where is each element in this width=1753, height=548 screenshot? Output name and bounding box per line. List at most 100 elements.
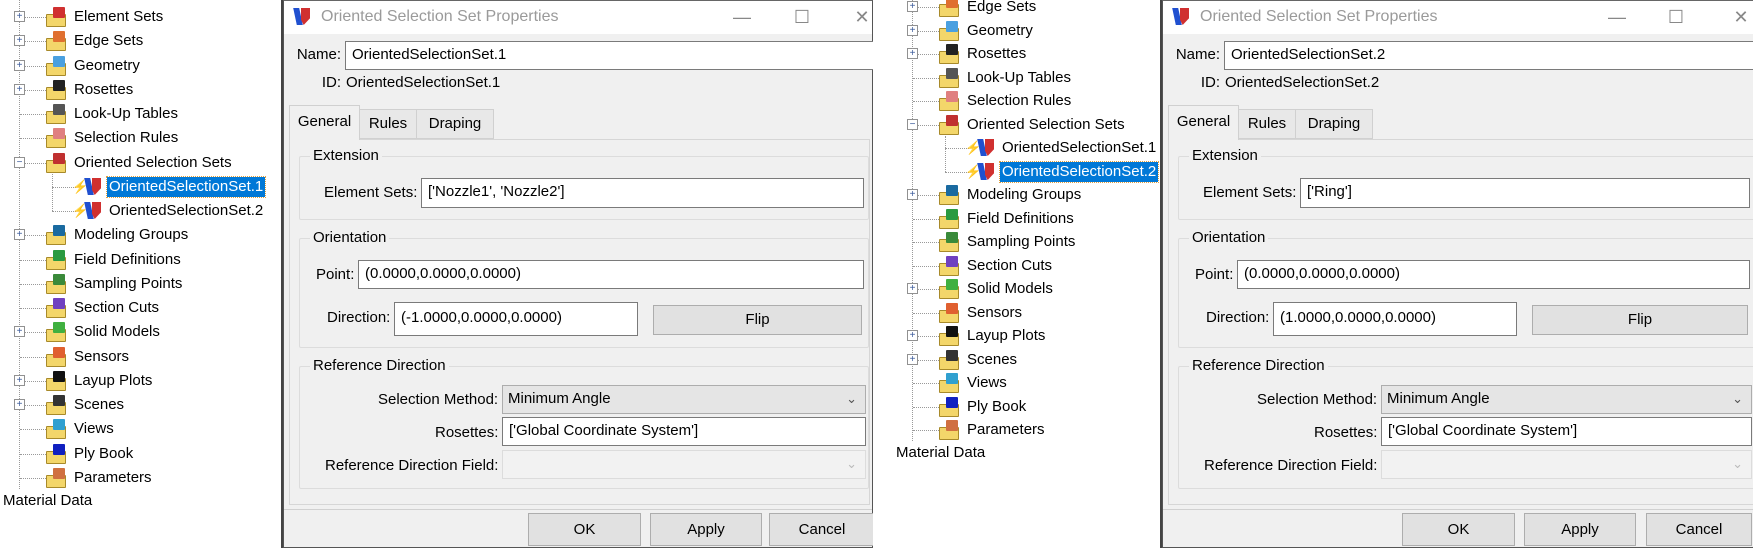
tree-item[interactable]: + Rosettes bbox=[893, 43, 1160, 65]
expand-icon[interactable]: + bbox=[907, 1, 918, 12]
tree-item[interactable]: + Edge Sets bbox=[0, 30, 281, 52]
point-input[interactable]: (0.0000,0.0000,0.0000) bbox=[1237, 260, 1750, 289]
name-input[interactable]: OrientedSelectionSet.2 bbox=[1224, 41, 1753, 70]
point-input[interactable]: (0.0000,0.0000,0.0000) bbox=[358, 260, 864, 289]
expand-icon[interactable]: + bbox=[14, 326, 25, 337]
tree-root-material-data[interactable]: Material Data bbox=[894, 443, 987, 463]
tab-general[interactable]: General bbox=[289, 105, 360, 140]
ok-button[interactable]: OK bbox=[1402, 513, 1515, 546]
model-tree[interactable]: + Element Sets + Edge Sets + Geometry + Rosette… bbox=[0, 0, 283, 548]
close-button[interactable]: ✕ bbox=[849, 5, 873, 29]
expand-icon[interactable]: + bbox=[14, 60, 25, 71]
apply-button[interactable]: Apply bbox=[1524, 513, 1636, 546]
collapse-icon[interactable]: − bbox=[907, 119, 918, 130]
tree-item[interactable]: − Oriented Selection Sets bbox=[893, 114, 1160, 136]
tree-item[interactable]: + Modeling Groups bbox=[0, 224, 281, 246]
expand-icon[interactable]: + bbox=[14, 229, 25, 240]
ok-button[interactable]: OK bbox=[528, 513, 641, 546]
tab-general[interactable]: General bbox=[1168, 105, 1239, 140]
tree-item[interactable]: Ply Book bbox=[893, 396, 1160, 418]
tree-item[interactable]: Sampling Points bbox=[893, 231, 1160, 253]
tree-item[interactable]: Section Cuts bbox=[0, 297, 281, 319]
expand-icon[interactable]: + bbox=[907, 25, 918, 36]
tree-item[interactable]: Look-Up Tables bbox=[0, 103, 281, 125]
minimize-button[interactable]: — bbox=[1604, 5, 1630, 29]
tree-item[interactable]: + Rosettes bbox=[0, 79, 281, 101]
tree-item[interactable]: Section Cuts bbox=[893, 255, 1160, 277]
selection-method-dropdown[interactable]: Minimum Angle ⌄ bbox=[502, 385, 866, 414]
tree-root-material-data[interactable]: Material Data bbox=[1, 491, 94, 511]
close-button[interactable]: ✕ bbox=[1728, 5, 1753, 29]
name-input[interactable]: OrientedSelectionSet.1 bbox=[345, 41, 873, 70]
expand-icon[interactable]: + bbox=[14, 84, 25, 95]
tab-rules[interactable]: Rules bbox=[359, 109, 417, 139]
rosettes-input[interactable]: ['Global Coordinate System'] bbox=[502, 417, 866, 446]
expand-icon[interactable]: + bbox=[14, 375, 25, 386]
tree-item[interactable]: Views bbox=[893, 372, 1160, 394]
tree-item[interactable]: + Solid Models bbox=[0, 321, 281, 343]
tree-item[interactable]: Sensors bbox=[0, 346, 281, 368]
folder-icon bbox=[939, 373, 961, 393]
expand-icon[interactable]: + bbox=[14, 399, 25, 410]
cancel-button[interactable]: Cancel bbox=[769, 513, 873, 546]
tree-item[interactable]: + Scenes bbox=[893, 349, 1160, 371]
tree-item[interactable]: Field Definitions bbox=[0, 249, 281, 271]
flip-button[interactable]: Flip bbox=[1532, 305, 1748, 335]
collapse-icon[interactable]: − bbox=[14, 157, 25, 168]
selection-method-dropdown[interactable]: Minimum Angle ⌄ bbox=[1381, 385, 1752, 414]
tree-item[interactable]: Ply Book bbox=[0, 443, 281, 465]
tree-item-label: OrientedSelectionSet.1 bbox=[1002, 139, 1157, 156]
tree-item[interactable]: + Geometry bbox=[0, 55, 281, 77]
maximize-button[interactable]: ☐ bbox=[1663, 5, 1689, 29]
reference-direction-field-dropdown[interactable]: ⌄ bbox=[502, 450, 866, 479]
tree-item[interactable]: Selection Rules bbox=[893, 90, 1160, 112]
tree-item[interactable]: + Edge Sets bbox=[893, 0, 1160, 18]
tree-item[interactable]: + Layup Plots bbox=[0, 370, 281, 392]
element-sets-input[interactable]: ['Nozzle1', 'Nozzle2'] bbox=[421, 178, 864, 208]
tree-item[interactable]: ⚡ OrientedSelectionSet.1 bbox=[893, 136, 1160, 159]
tree-item[interactable]: ⚡ OrientedSelectionSet.2 bbox=[893, 136, 1160, 183]
tree-item[interactable]: Sampling Points bbox=[0, 273, 281, 295]
tree-item[interactable]: Selection Rules bbox=[0, 127, 281, 149]
tab-draping[interactable]: Draping bbox=[1295, 109, 1373, 139]
rosettes-input[interactable]: ['Global Coordinate System'] bbox=[1381, 417, 1752, 446]
tree-item[interactable]: Views bbox=[0, 418, 281, 440]
tree-item[interactable]: Parameters bbox=[893, 419, 1160, 441]
tree-item[interactable]: Field Definitions bbox=[893, 208, 1160, 230]
tree-item[interactable]: + Scenes bbox=[0, 394, 281, 416]
orientation-group-label: Orientation bbox=[310, 229, 390, 247]
maximize-button[interactable]: ☐ bbox=[789, 5, 815, 29]
direction-input[interactable]: (1.0000,0.0000,0.0000) bbox=[1273, 302, 1517, 336]
tab-rules[interactable]: Rules bbox=[1238, 109, 1296, 139]
cancel-button[interactable]: Cancel bbox=[1646, 513, 1752, 546]
tree-item[interactable]: Sensors bbox=[893, 302, 1160, 324]
id-label: ID: bbox=[1200, 74, 1220, 91]
tree-item[interactable]: + Geometry bbox=[893, 20, 1160, 42]
tree-item[interactable]: + Solid Models bbox=[893, 278, 1160, 300]
apply-button[interactable]: Apply bbox=[650, 513, 762, 546]
title-bar[interactable]: Oriented Selection Set Properties — ☐ ✕ bbox=[1163, 1, 1753, 34]
tree-item[interactable]: + Layup Plots bbox=[893, 325, 1160, 347]
expand-icon[interactable]: + bbox=[14, 35, 25, 46]
tab-draping[interactable]: Draping bbox=[416, 109, 494, 139]
model-tree[interactable]: + Edge Sets + Geometry + Rosettes Look-Up Tabl… bbox=[893, 0, 1162, 548]
element-sets-input[interactable]: ['Ring'] bbox=[1300, 178, 1750, 208]
tree-item[interactable]: + Element Sets bbox=[0, 6, 281, 28]
expand-icon[interactable]: + bbox=[907, 48, 918, 59]
tree-item[interactable]: Parameters bbox=[0, 467, 281, 489]
tree-item[interactable]: ⚡ OrientedSelectionSet.2 bbox=[0, 174, 281, 222]
expand-icon[interactable]: + bbox=[907, 330, 918, 341]
title-bar[interactable]: Oriented Selection Set Properties — ☐ ✕ bbox=[284, 1, 872, 34]
reference-direction-field-dropdown[interactable]: ⌄ bbox=[1381, 450, 1752, 479]
expand-icon[interactable]: + bbox=[907, 189, 918, 200]
tree-item[interactable]: − Oriented Selection Sets bbox=[0, 152, 281, 174]
expand-icon[interactable]: + bbox=[14, 11, 25, 22]
tree-item[interactable]: ⚡ OrientedSelectionSet.1 bbox=[0, 174, 281, 198]
expand-icon[interactable]: + bbox=[907, 283, 918, 294]
direction-input[interactable]: (-1.0000,0.0000,0.0000) bbox=[394, 302, 638, 336]
tree-item[interactable]: + Modeling Groups bbox=[893, 184, 1160, 206]
flip-button[interactable]: Flip bbox=[653, 305, 862, 335]
minimize-button[interactable]: — bbox=[729, 5, 755, 29]
expand-icon[interactable]: + bbox=[907, 354, 918, 365]
tree-item[interactable]: Look-Up Tables bbox=[893, 67, 1160, 89]
